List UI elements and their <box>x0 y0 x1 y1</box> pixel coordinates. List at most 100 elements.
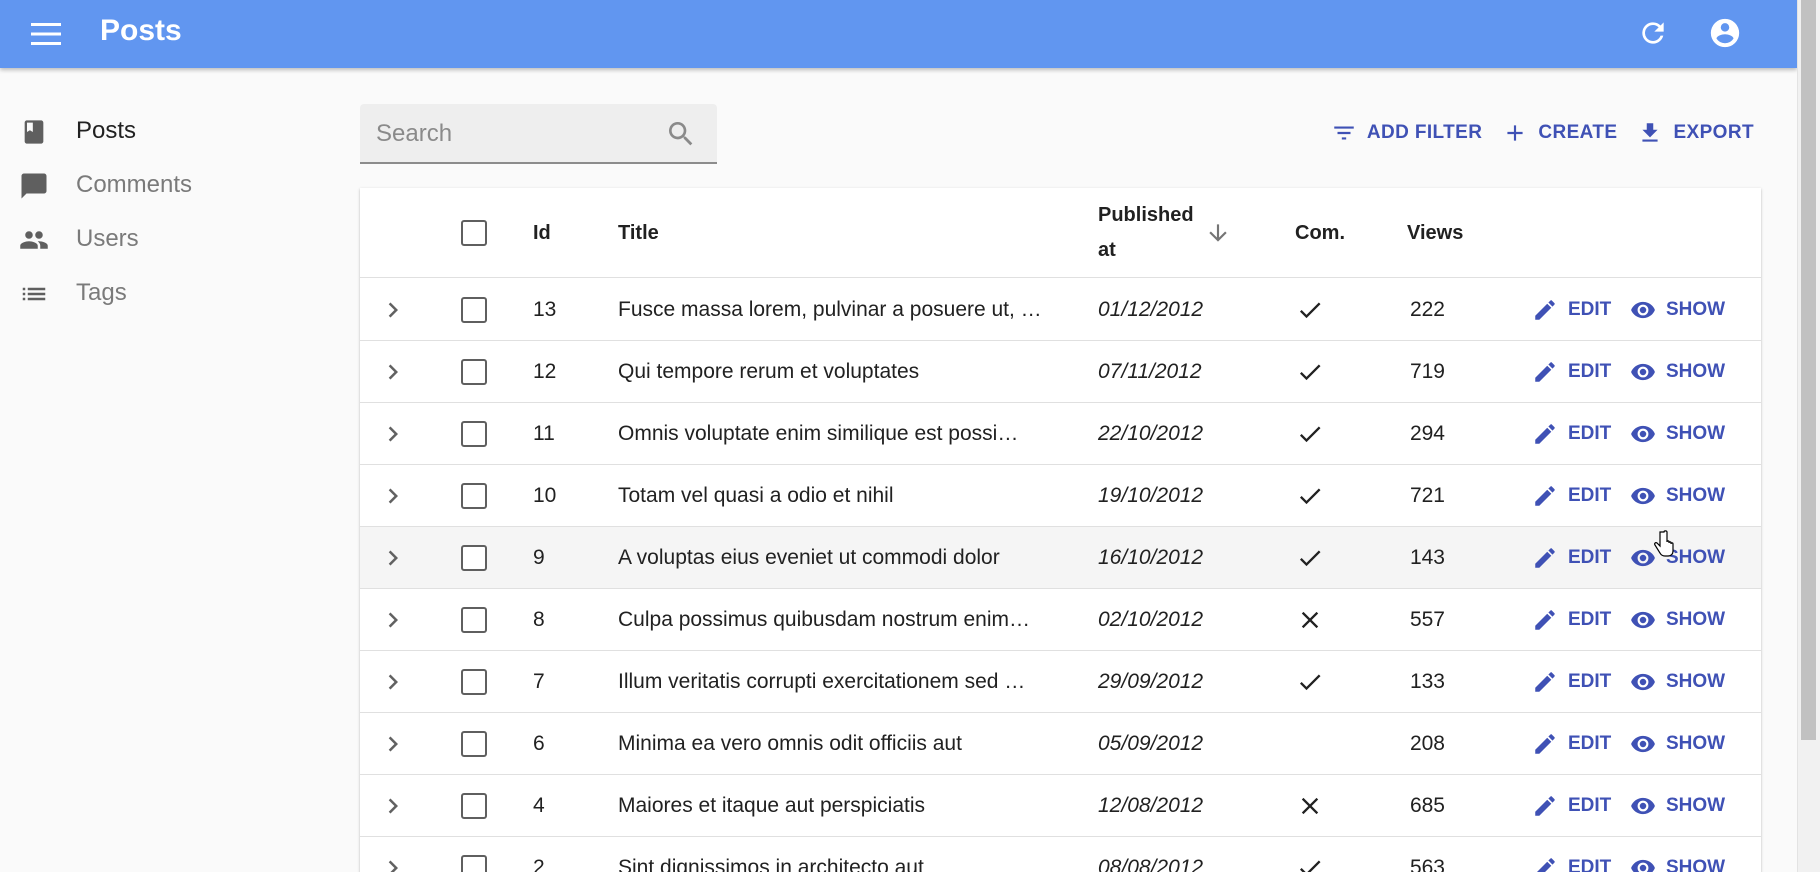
table-row[interactable]: 6 Minima ea vero omnis odit officiis aut 0… <box>360 713 1761 775</box>
edit-button[interactable]: EDIT <box>1532 731 1611 757</box>
pencil-icon <box>1535 795 1555 816</box>
sidebar-item-comments[interactable]: Comments <box>0 158 320 212</box>
cell-title: Culpa possimus quibusdam nostrum enim… <box>618 607 1031 631</box>
cell-published: 07/11/2012 <box>1098 359 1202 383</box>
edit-button[interactable]: EDIT <box>1532 545 1611 571</box>
pencil-icon <box>1536 857 1555 872</box>
show-button[interactable]: SHOW <box>1630 297 1725 323</box>
row-checkbox[interactable] <box>461 793 487 819</box>
show-button[interactable]: SHOW <box>1630 421 1725 447</box>
scrollbar-thumb[interactable] <box>1801 0 1816 740</box>
column-header-views[interactable]: Views <box>1407 222 1463 245</box>
column-header-published-line1: Published <box>1098 204 1194 226</box>
create-label: CREATE <box>1538 122 1618 143</box>
edit-button[interactable]: EDIT <box>1532 421 1611 447</box>
expand-chevron-icon[interactable] <box>378 791 408 821</box>
edit-button[interactable]: EDIT <box>1532 297 1611 323</box>
column-header-com[interactable]: Com. <box>1295 222 1345 245</box>
row-checkbox[interactable] <box>461 359 487 385</box>
table-row[interactable]: 8 Culpa possimus quibusdam nostrum enim… 0… <box>360 589 1761 651</box>
row-checkbox[interactable] <box>461 545 487 571</box>
book-icon <box>18 117 50 147</box>
search-input[interactable] <box>376 116 656 152</box>
sort-arrow-down-icon[interactable] <box>1205 220 1231 246</box>
show-label: SHOW <box>1666 484 1726 506</box>
pencil-icon <box>1535 485 1555 506</box>
expand-chevron-icon[interactable] <box>378 481 408 511</box>
page-scrollbar[interactable] <box>1797 0 1820 872</box>
expand-chevron-icon[interactable] <box>378 605 408 635</box>
cell-id: 4 <box>533 793 545 817</box>
edit-button[interactable]: EDIT <box>1532 607 1611 633</box>
table-row[interactable]: 9 A voluptas eius eveniet ut commodi dolo… <box>360 527 1761 589</box>
edit-label: EDIT <box>1568 360 1612 382</box>
edit-button[interactable]: EDIT <box>1532 793 1611 819</box>
show-button[interactable]: SHOW <box>1630 669 1725 695</box>
edit-button[interactable]: EDIT <box>1532 855 1611 872</box>
show-label: SHOW <box>1666 732 1726 754</box>
row-checkbox[interactable] <box>461 607 487 633</box>
select-all-checkbox[interactable] <box>461 220 487 246</box>
account-circle-icon[interactable] <box>1704 12 1746 54</box>
table-row[interactable]: 7 Illum veritatis corrupti exercitationem… <box>360 651 1761 713</box>
table-row[interactable]: 4 Maiores et itaque aut perspiciatis 12/08… <box>360 775 1761 837</box>
edit-label: EDIT <box>1568 732 1612 754</box>
export-button[interactable]: EXPORT <box>1637 120 1754 146</box>
row-checkbox[interactable] <box>461 731 487 757</box>
edit-label: EDIT <box>1568 670 1612 692</box>
table-row[interactable]: 11 Omnis voluptate enim similique est pos… <box>360 403 1761 465</box>
cell-published: 29/09/2012 <box>1098 669 1204 693</box>
pencil-icon <box>1535 423 1555 444</box>
row-checkbox[interactable] <box>461 421 487 447</box>
expand-chevron-icon[interactable] <box>378 667 408 697</box>
show-button[interactable]: SHOW <box>1630 607 1725 633</box>
row-checkbox[interactable] <box>461 483 487 509</box>
expand-chevron-icon[interactable] <box>378 543 408 573</box>
check-icon <box>1296 420 1324 448</box>
cell-views: 721 <box>1409 483 1445 507</box>
show-button[interactable]: SHOW <box>1630 483 1725 509</box>
table-row[interactable]: 2 Sint dignissimos in architecto aut 08/08… <box>360 837 1761 872</box>
show-button[interactable]: SHOW <box>1630 855 1725 872</box>
expand-chevron-icon[interactable] <box>378 729 408 759</box>
show-button[interactable]: SHOW <box>1630 793 1725 819</box>
pencil-icon <box>1535 671 1555 692</box>
menu-icon[interactable] <box>26 17 66 51</box>
hand-cursor-icon <box>1654 530 1674 557</box>
list-icon <box>18 279 50 309</box>
create-button[interactable]: CREATE <box>1502 120 1617 146</box>
table-row[interactable]: 10 Totam vel quasi a odio et nihil 19/10/2… <box>360 465 1761 527</box>
show-button[interactable]: SHOW <box>1630 545 1725 571</box>
column-header-title[interactable]: Title <box>618 222 659 245</box>
cell-views: 133 <box>1409 669 1445 693</box>
expand-chevron-icon[interactable] <box>378 419 408 449</box>
column-header-published[interactable]: Published at <box>1098 204 1194 262</box>
edit-button[interactable]: EDIT <box>1532 483 1611 509</box>
edit-button[interactable]: EDIT <box>1532 669 1611 695</box>
show-label: SHOW <box>1666 546 1726 568</box>
expand-chevron-icon[interactable] <box>378 853 408 872</box>
show-button[interactable]: SHOW <box>1630 731 1725 757</box>
row-checkbox[interactable] <box>461 855 487 872</box>
sidebar-item-label: Tags <box>76 279 127 306</box>
refresh-icon[interactable] <box>1632 12 1674 54</box>
table-row[interactable]: 12 Qui tempore rerum et voluptates 07/11/2… <box>360 341 1761 403</box>
sidebar-item-label: Users <box>76 225 139 252</box>
list-actions: ADD FILTER CREATE EXPORT <box>1331 120 1754 146</box>
cell-id: 12 <box>533 359 557 383</box>
table-row[interactable]: 13 Fusce massa lorem, pulvinar a posuere … <box>360 279 1761 341</box>
row-checkbox[interactable] <box>461 297 487 323</box>
add-filter-button[interactable]: ADD FILTER <box>1331 120 1483 146</box>
show-button[interactable]: SHOW <box>1630 359 1725 385</box>
expand-chevron-icon[interactable] <box>378 357 408 387</box>
edit-button[interactable]: EDIT <box>1532 359 1611 385</box>
row-checkbox[interactable] <box>461 669 487 695</box>
cell-title: A voluptas eius eveniet ut commodi dolor <box>618 545 1000 569</box>
sidebar-item-posts[interactable]: Posts <box>0 104 320 158</box>
sidebar-item-tags[interactable]: Tags <box>0 266 320 320</box>
sidebar-item-users[interactable]: Users <box>0 212 320 266</box>
eye-icon <box>1631 301 1655 318</box>
column-header-id[interactable]: Id <box>533 222 551 245</box>
page-title: Posts <box>100 14 182 47</box>
expand-chevron-icon[interactable] <box>378 295 408 325</box>
